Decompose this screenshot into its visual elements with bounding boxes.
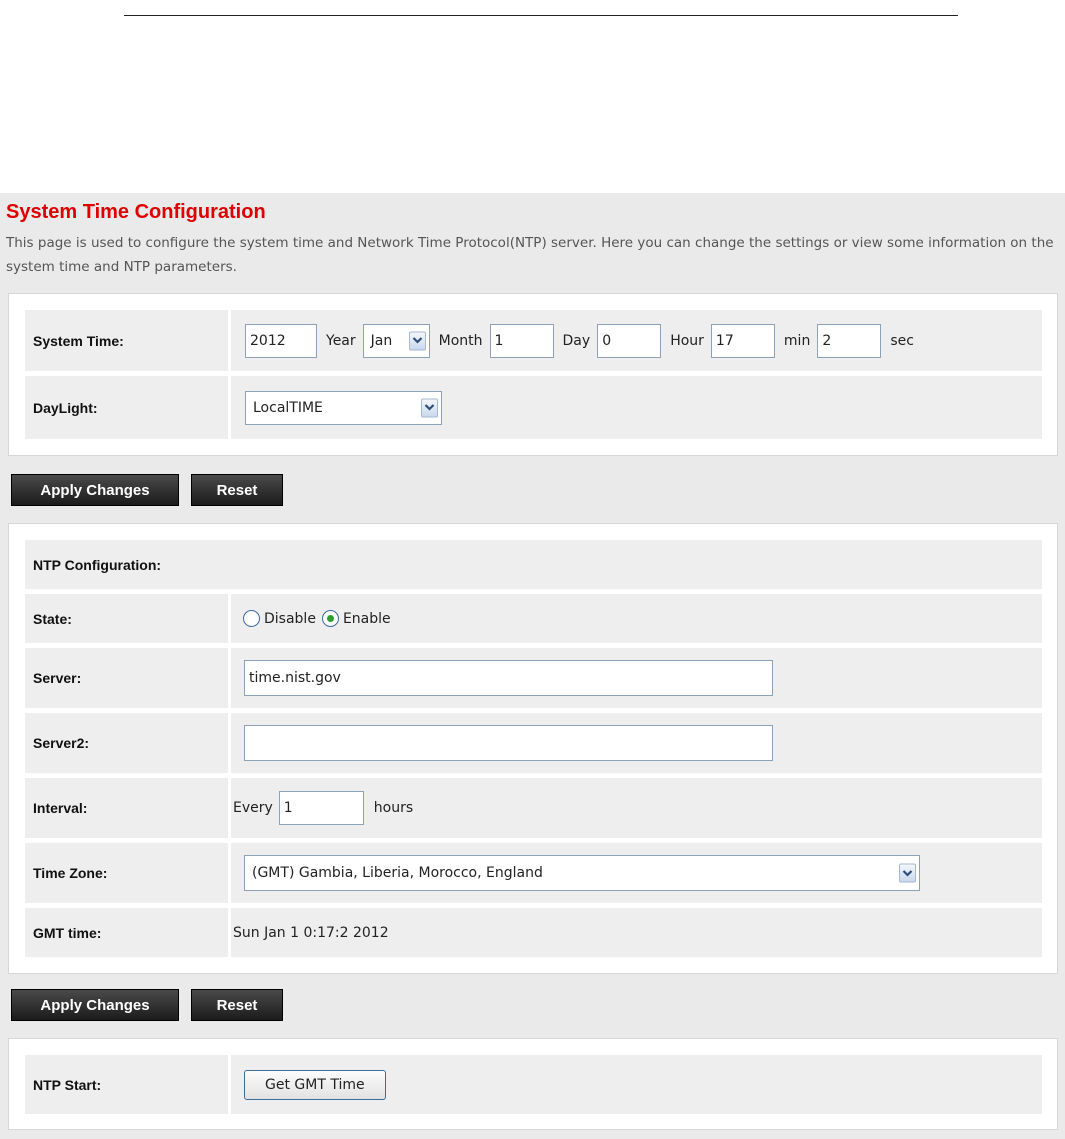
timezone-value: (GMT) Gambia, Liberia, Morocco, England xyxy=(252,865,543,881)
apply-changes-button[interactable]: Apply Changes xyxy=(11,989,179,1021)
hour-unit: Hour xyxy=(670,332,704,349)
server2-input[interactable] xyxy=(244,725,773,761)
server2-label: Server2: xyxy=(33,735,90,751)
enable-radio[interactable] xyxy=(321,610,339,627)
month-unit: Month xyxy=(438,332,483,349)
ntp-start-row: NTP Start: Get GMT Time xyxy=(25,1055,1042,1114)
hour-input[interactable] xyxy=(597,323,662,358)
server-row: Server: xyxy=(25,648,1042,708)
min-unit: min xyxy=(783,332,811,349)
get-gmt-time-button[interactable]: Get GMT Time xyxy=(244,1069,386,1100)
chevron-down-icon xyxy=(421,398,438,417)
reset-button[interactable]: Reset xyxy=(191,989,283,1021)
day-input[interactable] xyxy=(489,323,554,358)
daylight-value: LocalTIME xyxy=(253,399,323,416)
chevron-down-icon xyxy=(899,863,916,883)
ntp-config-heading: NTP Configuration: xyxy=(33,556,162,573)
timezone-label: Time Zone: xyxy=(33,865,108,881)
system-time-panel: System Time: Year Jan Month Day Hour min… xyxy=(8,293,1058,456)
server-label: Server: xyxy=(33,670,82,686)
ntp-start-panel: NTP Start: Get GMT Time xyxy=(8,1038,1058,1130)
state-label: State: xyxy=(33,610,72,627)
gmt-time-row: GMT time: Sun Jan 1 0:17:2 2012 xyxy=(25,908,1042,957)
sec-input[interactable] xyxy=(817,323,882,358)
sec-unit: sec xyxy=(890,332,914,349)
ntp-heading-row: NTP Configuration: xyxy=(25,540,1042,589)
chevron-down-icon xyxy=(408,331,426,350)
system-time-label: System Time: xyxy=(33,332,124,349)
month-value: Jan xyxy=(370,332,393,349)
timezone-row: Time Zone: (GMT) Gambia, Liberia, Morocc… xyxy=(25,843,1042,903)
month-select[interactable]: Jan xyxy=(362,323,430,358)
ntp-config-panel: NTP Configuration: State: Disable Enable… xyxy=(8,523,1058,974)
disable-radio-label: Disable xyxy=(264,610,316,627)
min-input[interactable] xyxy=(710,323,775,358)
year-input[interactable] xyxy=(245,323,317,358)
interval-row: Interval: Every hours xyxy=(25,778,1042,838)
page-title: System Time Configuration xyxy=(6,201,266,223)
server2-row: Server2: xyxy=(25,713,1042,773)
interval-label: Interval: xyxy=(33,800,88,816)
reset-button[interactable]: Reset xyxy=(191,474,283,506)
gmt-time-value: Sun Jan 1 0:17:2 2012 xyxy=(233,924,389,941)
day-unit: Day xyxy=(562,332,591,349)
apply-changes-button[interactable]: Apply Changes xyxy=(11,474,179,506)
ntp-start-label: NTP Start: xyxy=(33,1076,102,1093)
disable-radio[interactable] xyxy=(243,610,260,627)
enable-radio-label: Enable xyxy=(342,610,391,627)
top-divider xyxy=(124,15,958,16)
interval-unit: hours xyxy=(373,800,414,816)
daylight-label: DayLight: xyxy=(33,399,98,416)
timezone-select[interactable]: (GMT) Gambia, Liberia, Morocco, England xyxy=(244,855,920,891)
interval-prefix: Every xyxy=(233,800,273,816)
state-row: State: Disable Enable xyxy=(25,594,1042,643)
system-time-row: System Time: Year Jan Month Day Hour min… xyxy=(25,310,1042,371)
server-input[interactable] xyxy=(244,660,773,696)
interval-input[interactable] xyxy=(278,791,364,825)
daylight-row: DayLight: LocalTIME xyxy=(25,376,1042,439)
daylight-select[interactable]: LocalTIME xyxy=(245,390,442,425)
year-unit: Year xyxy=(326,332,356,349)
page-description: This page is used to configure the syste… xyxy=(6,235,1054,275)
gmt-time-label: GMT time: xyxy=(33,924,102,941)
